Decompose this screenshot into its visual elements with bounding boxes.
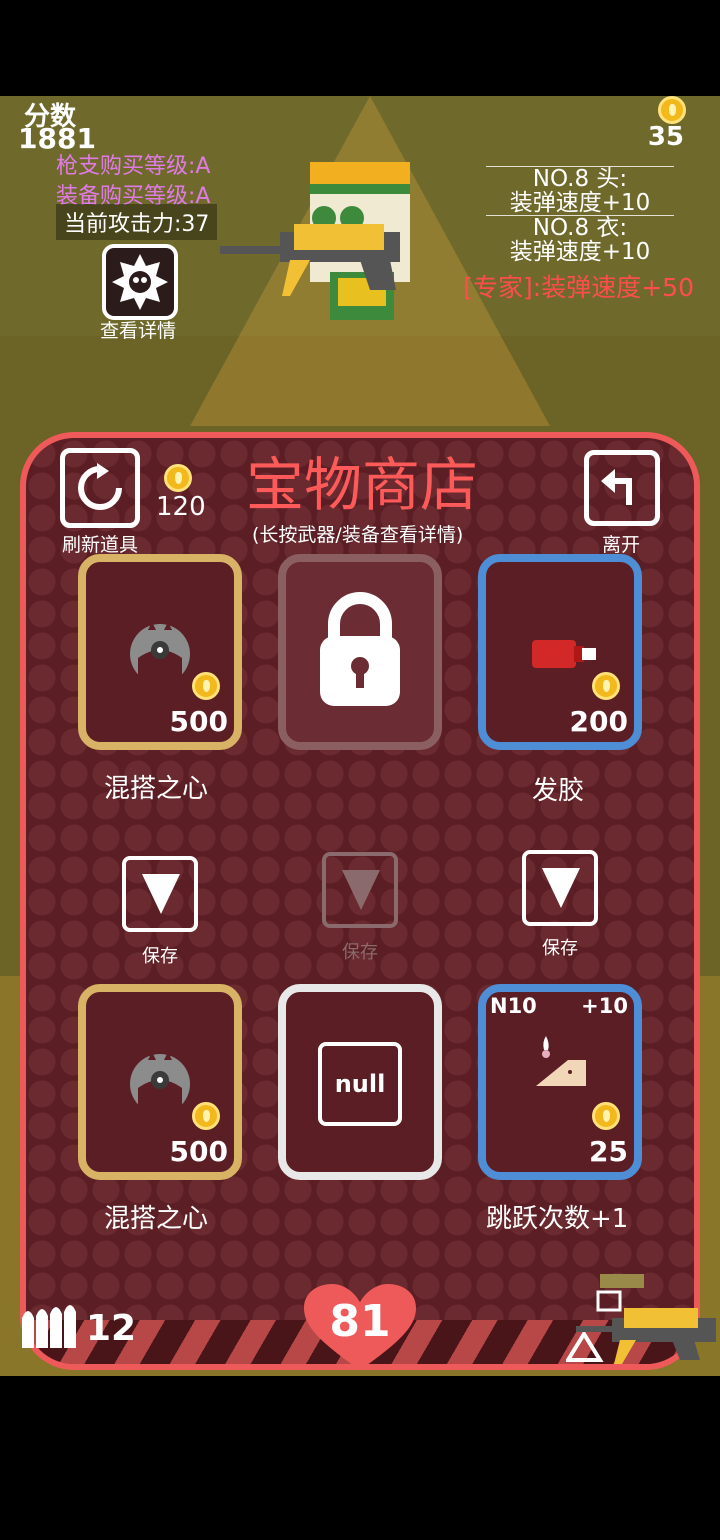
item-price: 500 bbox=[169, 1135, 228, 1168]
save-button-disabled bbox=[322, 852, 398, 928]
shop-item-card[interactable]: 500 bbox=[78, 984, 242, 1180]
head-title: NO.8 头: bbox=[532, 166, 628, 192]
ammo-count: 12 bbox=[86, 1308, 137, 1349]
refresh-coin-icon bbox=[164, 464, 192, 492]
exit-button[interactable] bbox=[584, 450, 660, 526]
refresh-button[interactable] bbox=[60, 448, 140, 528]
shop-item-card[interactable]: 500 bbox=[78, 554, 242, 750]
head-effect: 装弹速度+10 bbox=[509, 190, 651, 216]
shop-title: 宝物商店 bbox=[246, 451, 479, 519]
item-name: 跳跃次数+1 bbox=[486, 1204, 629, 1234]
attack-text: 当前攻击力:37 bbox=[56, 204, 218, 240]
ammo-icon bbox=[22, 1305, 76, 1348]
item-price: 25 bbox=[589, 1135, 628, 1168]
refresh-icon bbox=[78, 463, 122, 510]
view-details-label: 查看详情 bbox=[100, 320, 177, 342]
weapon-switch-button[interactable] bbox=[566, 1270, 720, 1366]
refresh-label: 刷新道具 bbox=[62, 534, 139, 556]
save-button[interactable] bbox=[522, 850, 598, 926]
coin-icon bbox=[592, 1102, 620, 1130]
shop-item-card[interactable]: N10 +10 25 bbox=[478, 984, 642, 1180]
lock-icon bbox=[320, 592, 400, 706]
save-label-disabled: 保存 bbox=[342, 942, 378, 963]
navigation-bar-area bbox=[0, 1376, 720, 1540]
null-label: null bbox=[318, 1042, 402, 1126]
save-label: 保存 bbox=[542, 938, 578, 959]
equipment-info: NO.8 头: 装弹速度+10 NO.8 衣: 装弹速度+10 bbox=[480, 166, 680, 264]
item-price: 200 bbox=[569, 705, 628, 738]
save-button[interactable] bbox=[122, 856, 198, 932]
coin-icon bbox=[192, 1102, 220, 1130]
gun-level-text: 枪支购买等级:A bbox=[56, 154, 211, 179]
game-scene: 分数 1881 枪支购买等级:A 装备购买等级:A 当前攻击力:37 35 NO… bbox=[0, 96, 720, 1376]
item-name: 混搭之心 bbox=[104, 1204, 209, 1234]
body-title: NO.8 衣: bbox=[532, 215, 628, 241]
exit-label: 离开 bbox=[602, 534, 641, 556]
body-effect: 装弹速度+10 bbox=[509, 239, 651, 265]
coin-icon bbox=[192, 672, 220, 700]
down-arrow-icon bbox=[542, 868, 580, 908]
coin-icon bbox=[658, 96, 686, 124]
down-arrow-icon bbox=[342, 870, 380, 910]
status-bar-area bbox=[0, 0, 720, 96]
coin-count: 35 bbox=[647, 122, 684, 152]
locked-slot[interactable] bbox=[278, 554, 442, 750]
treasure-shop-panel: 宝物商店 (长按武器/装备查看详情) 刷新道具 120 离开 500 200 混… bbox=[20, 432, 700, 1370]
coin-icon bbox=[592, 672, 620, 700]
player-character bbox=[220, 162, 410, 320]
shop-subtitle: (长按武器/装备查看详情) bbox=[252, 524, 464, 546]
empty-slot[interactable]: null bbox=[278, 984, 442, 1180]
skull-icon bbox=[112, 254, 168, 310]
item-name: 发胶 bbox=[532, 776, 585, 806]
back-arrow-icon bbox=[601, 469, 632, 505]
shop-item-card[interactable]: 200 bbox=[478, 554, 642, 750]
expert-bonus: [专家]:装弹速度+50 bbox=[463, 273, 694, 302]
item-name: 混搭之心 bbox=[104, 774, 209, 804]
down-arrow-icon bbox=[142, 874, 180, 914]
save-label: 保存 bbox=[142, 946, 178, 967]
refresh-cost: 120 bbox=[156, 492, 206, 522]
view-details-button[interactable] bbox=[102, 244, 178, 320]
health-value: 81 bbox=[329, 1296, 391, 1347]
item-price: 500 bbox=[169, 705, 228, 738]
